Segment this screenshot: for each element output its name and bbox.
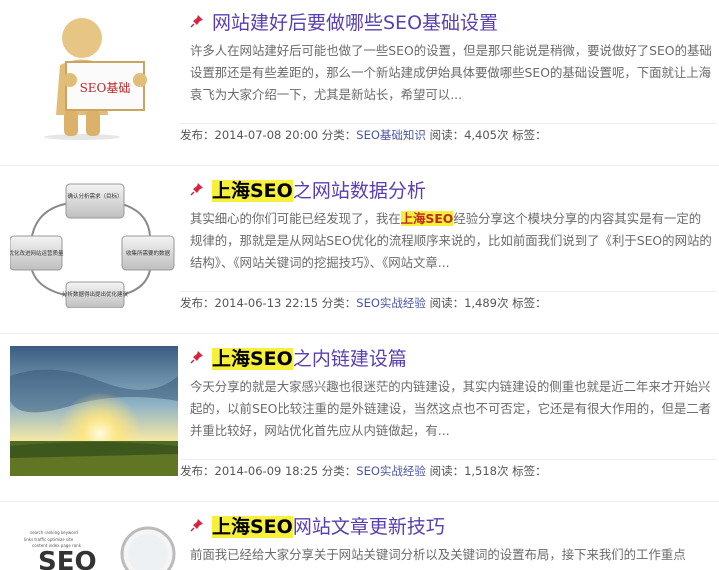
pushpin-icon [190,11,206,37]
excerpt-highlight: 上海SEO [400,211,454,226]
post-meta: 发布：2014-06-09 18:25 分类：SEO实战经验 阅读：1,518次… [180,459,716,482]
divider [0,333,719,334]
meta-reads: 阅读：1,489次 标签： [425,296,547,310]
category-link[interactable]: SEO基础知识 [356,128,426,142]
post-item: SEO基础 网站建好后要做哪些SEO基础设置 许多人在网站建好后可能也做了一些S… [0,0,719,168]
category-link[interactable]: SEO实战经验 [356,464,426,478]
title-highlight: 上海SEO [212,348,293,370]
excerpt-text: 其实细心的你们可能已经发现了，我在 [190,211,401,226]
post-thumbnail[interactable]: 确认分析需求（目标） 收集所需要的数据 分析数据得出提出优化建议 优化改进网站运… [10,178,178,308]
thumb-sign-text: SEO基础 [80,81,131,95]
excerpt-text: 前面我已经给大家分享关于网站关键词分析以及关键词的设置布局，接下来我们的工作重点 [190,547,686,562]
post-title[interactable]: 网站建好后要做哪些SEO基础设置 [190,10,498,37]
divider [0,501,719,502]
title-highlight: 上海SEO [212,180,293,202]
post-meta: 发布：2014-06-13 22:15 分类：SEO实战经验 阅读：1,489次… [180,291,716,314]
post-title[interactable]: 上海SEO网站文章更新技巧 [190,514,445,541]
post-thumbnail[interactable]: SEO基础 [10,10,178,140]
post-item: 上海SEO之内链建设篇 今天分享的就是大家感兴趣也很迷茫的内链建设，其实内链建设… [0,336,719,504]
flow-node-label: 优化改进网站运营质量 [10,249,64,257]
pushpin-icon [190,347,206,373]
excerpt-text: 许多人在网站建好后可能也做了一些SEO的设置，但是那只能说是稍微，要说做好了SE… [190,43,712,102]
svg-text:search ranking keyword: search ranking keyword [30,530,78,535]
meta-reads: 阅读：4,405次 标签： [425,128,547,142]
post-thumbnail[interactable]: search ranking keyword links traffic opt… [10,514,178,570]
post-title-text: 之内链建设篇 [292,348,407,370]
post-item: search ranking keyword links traffic opt… [0,504,719,570]
post-title[interactable]: 上海SEO之内链建设篇 [190,346,407,373]
excerpt-text: 今天分享的就是大家感兴趣也很迷茫的内链建设，其实内链建设的侧重也就是近二年来才开… [190,379,712,438]
post-item: 确认分析需求（目标） 收集所需要的数据 分析数据得出提出优化建议 优化改进网站运… [0,168,719,336]
flow-node-label: 确认分析需求（目标） [67,192,122,200]
flow-node-label: 收集所需要的数据 [126,249,171,257]
post-excerpt: 许多人在网站建好后可能也做了一些SEO的设置，但是那只能说是稍微，要说做好了SE… [190,40,712,106]
divider [0,165,719,166]
post-title-text: 之网站数据分析 [292,180,426,202]
pushpin-icon [190,515,206,541]
post-title[interactable]: 上海SEO之网站数据分析 [190,178,426,205]
post-excerpt: 今天分享的就是大家感兴趣也很迷茫的内链建设，其实内链建设的侧重也就是近二年来才开… [190,376,712,442]
post-title-text: 网站建好后要做哪些SEO基础设置 [212,12,499,34]
thumb-logo-text: SEO [38,547,97,570]
category-link[interactable]: SEO实战经验 [356,296,426,310]
svg-text:links traffic optimize site: links traffic optimize site [24,537,74,542]
meta-reads: 阅读：1,518次 标签： [425,464,547,478]
flow-node-label: 分析数据得出提出优化建议 [62,290,129,298]
meta-date: 发布：2014-07-08 20:00 分类： [180,128,357,142]
meta-date: 发布：2014-06-13 22:15 分类： [180,296,357,310]
post-meta: 发布：2014-07-08 20:00 分类：SEO基础知识 阅读：4,405次… [180,123,716,146]
pushpin-icon [190,179,206,205]
post-excerpt: 前面我已经给大家分享关于网站关键词分析以及关键词的设置布局，接下来我们的工作重点 [190,544,712,566]
post-title-text: 网站文章更新技巧 [292,516,445,538]
meta-date: 发布：2014-06-09 18:25 分类： [180,464,357,478]
title-highlight: 上海SEO [212,516,293,538]
post-excerpt: 其实细心的你们可能已经发现了，我在上海SEO经验分享这个模块分享的内容其实是有一… [190,208,712,274]
post-thumbnail[interactable] [10,346,178,476]
